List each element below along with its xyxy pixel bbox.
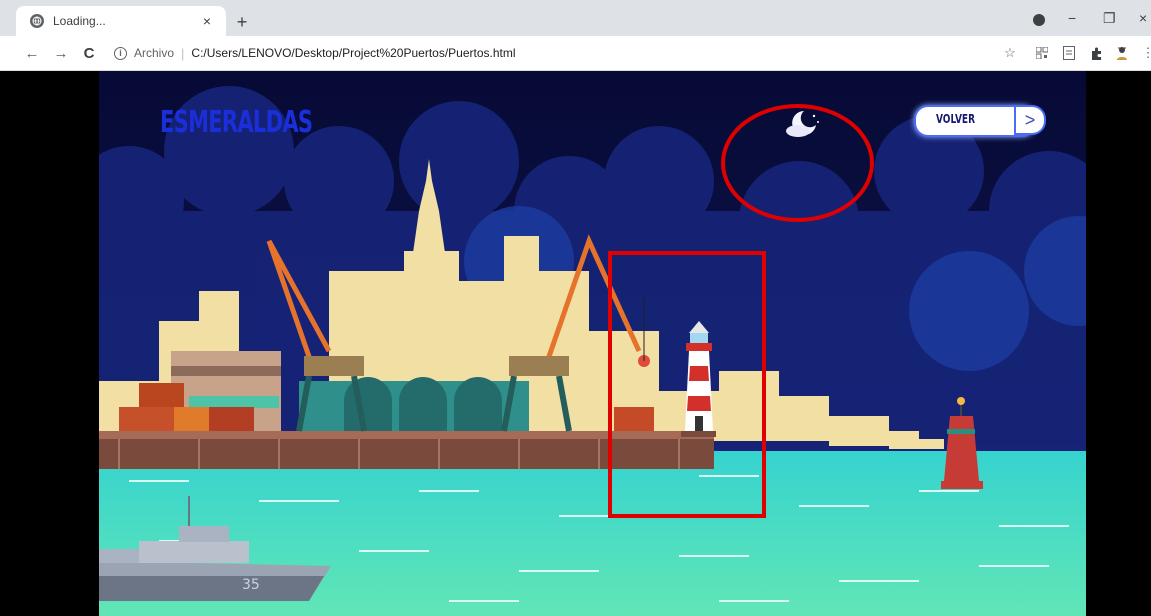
browser-tab[interactable]: Loading... ×	[16, 6, 226, 36]
close-window-button[interactable]: ×	[1139, 10, 1147, 26]
star-icon[interactable]: ☆	[1002, 45, 1018, 61]
chevron-right-icon: >	[1014, 105, 1046, 135]
back-button-label: VOLVER	[936, 112, 975, 126]
extensions-icon[interactable]	[1088, 45, 1104, 61]
info-icon[interactable]: i	[114, 46, 127, 60]
back-arrow-icon[interactable]: ←	[23, 44, 41, 62]
scheme-label: Archivo	[134, 46, 175, 60]
menu-icon[interactable]: ⋮	[1140, 45, 1151, 61]
reading-list-icon[interactable]	[1061, 45, 1077, 61]
page-viewport: 35 ESMERALDAS VOLVER >	[0, 71, 1151, 616]
tab-title: Loading...	[53, 14, 106, 28]
browser-toolbar: ← → C i Archivo | C:/Users/LENOVO/Deskto…	[0, 36, 1151, 71]
tab-close-icon[interactable]: ×	[198, 12, 216, 30]
ship-hull-number: 35	[242, 577, 260, 593]
page-title: ESMERALDAS	[160, 105, 313, 140]
forward-arrow-icon[interactable]: →	[52, 44, 70, 62]
address-separator: |	[181, 45, 185, 61]
globe-icon	[30, 14, 44, 28]
tab-search-icon[interactable]	[1033, 14, 1045, 26]
moon-cloud-icon[interactable]	[784, 107, 824, 141]
qr-code-icon[interactable]	[1034, 45, 1050, 61]
url-text[interactable]: C:/Users/LENOVO/Desktop/Project%20Puerto…	[191, 46, 515, 60]
new-tab-button[interactable]: +	[232, 12, 252, 32]
port-illustration: 35	[99, 71, 1086, 616]
minimize-button[interactable]: −	[1068, 10, 1076, 26]
profile-icon[interactable]	[1114, 45, 1130, 61]
back-button[interactable]: VOLVER >	[914, 105, 1047, 137]
address-bar[interactable]: i Archivo | C:/Users/LENOVO/Desktop/Proj…	[104, 41, 984, 65]
reload-icon[interactable]: C	[80, 44, 98, 62]
tab-strip: Loading... × + − ❐ ×	[0, 0, 1151, 36]
restore-button[interactable]: ❐	[1103, 10, 1116, 27]
port-scene: 35 ESMERALDAS VOLVER >	[99, 71, 1086, 616]
